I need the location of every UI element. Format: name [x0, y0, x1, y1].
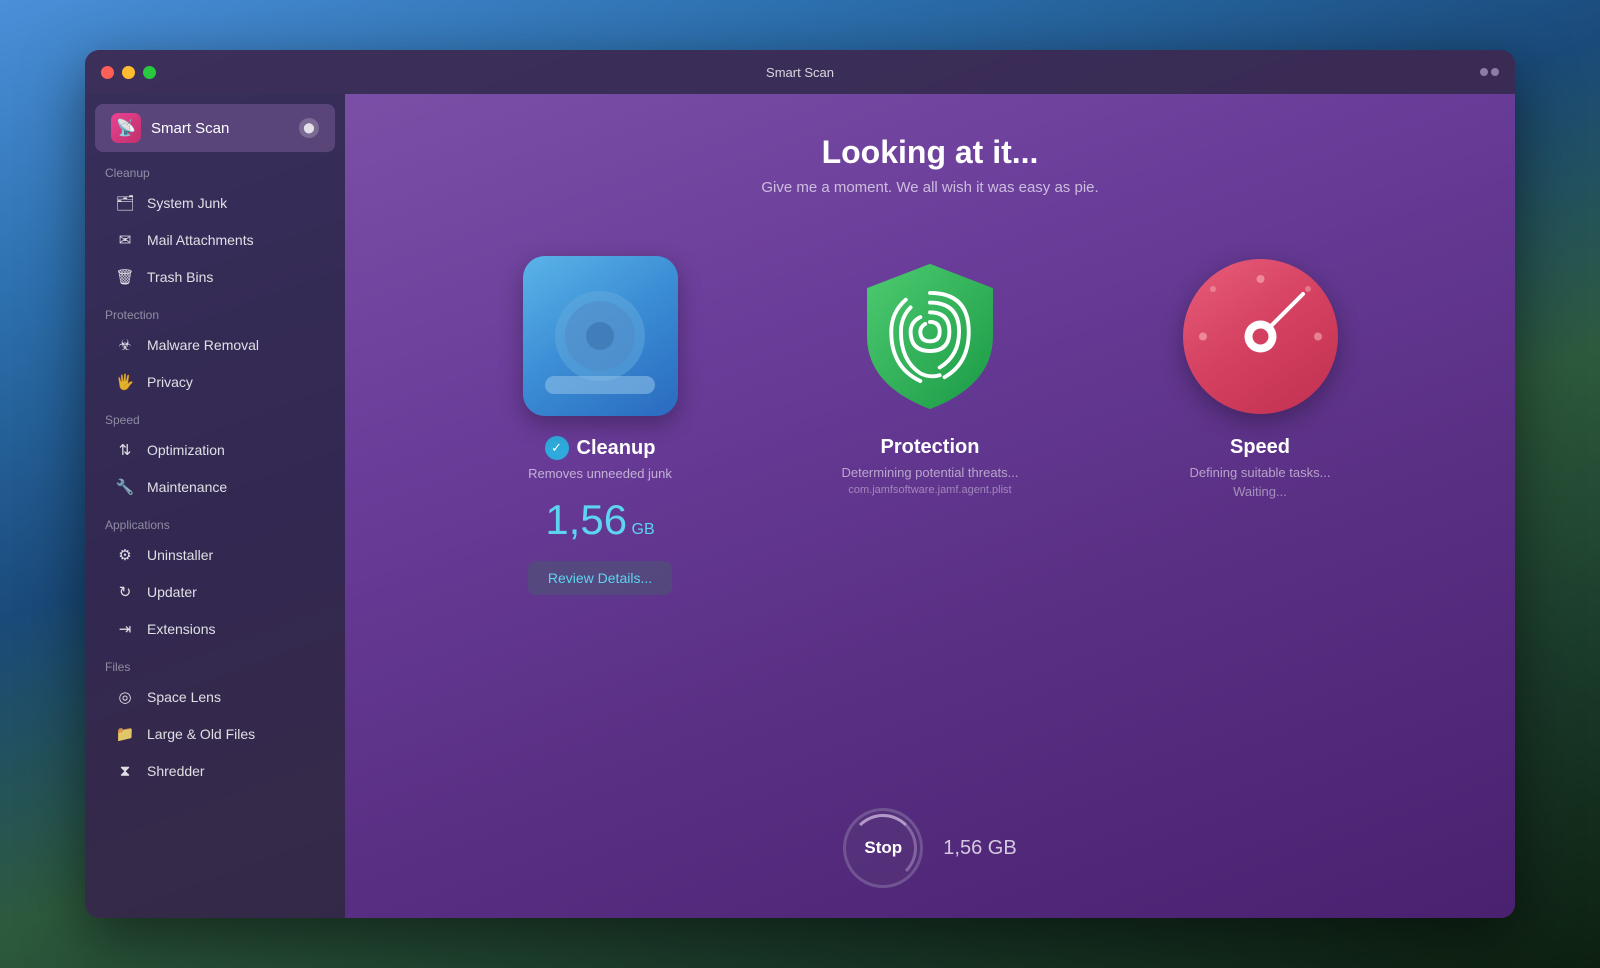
sidebar-item-mail-attachments[interactable]: ✉ Mail Attachments: [95, 222, 335, 258]
cleanup-subtitle: Removes unneeded junk: [528, 466, 672, 481]
speed-scanning: Defining suitable tasks...: [1190, 465, 1331, 480]
smart-scan-label: Smart Scan: [151, 120, 229, 137]
cleanup-size-row: 1,56 GB: [545, 499, 654, 541]
malware-removal-label: Malware Removal: [147, 337, 259, 353]
mail-attachments-label: Mail Attachments: [147, 232, 254, 248]
cleanup-check-icon: ✓: [545, 436, 569, 460]
maximize-button[interactable]: [143, 66, 156, 79]
sidebar-item-space-lens[interactable]: ◎ Space Lens: [95, 679, 335, 715]
sidebar-item-large-old-files[interactable]: 📁 Large & Old Files: [95, 716, 335, 752]
extensions-icon: ⇥: [115, 619, 135, 639]
shredder-label: Shredder: [147, 763, 205, 779]
privacy-icon: 🖐: [115, 372, 135, 392]
malware-icon: ☣: [115, 335, 135, 355]
system-junk-icon: 🗂: [115, 193, 135, 213]
cleanup-size-unit: GB: [632, 521, 655, 538]
sidebar-item-trash-bins[interactable]: 🗑 Trash Bins: [95, 259, 335, 295]
cleanup-size: 1,56: [545, 496, 627, 543]
cards-row: ✓ Cleanup Removes unneeded junk 1,56 GB …: [375, 236, 1485, 615]
trash-icon: 🗑: [115, 267, 135, 287]
sidebar-item-privacy[interactable]: 🖐 Privacy: [95, 364, 335, 400]
app-body: 📡 Smart Scan ⬤ Cleanup 🗂 System Junk ✉ M…: [85, 94, 1515, 918]
cleanup-card: ✓ Cleanup Removes unneeded junk 1,56 GB …: [450, 236, 750, 615]
protection-scanning: Determining potential threats...: [841, 465, 1018, 480]
review-details-button[interactable]: Review Details...: [528, 561, 672, 595]
dot1: [1480, 68, 1488, 76]
privacy-label: Privacy: [147, 374, 193, 390]
section-label-applications: Applications: [85, 506, 345, 536]
disk-center: [586, 322, 614, 350]
cleanup-title: Cleanup: [577, 437, 656, 460]
maintenance-icon: 🔧: [115, 477, 135, 497]
protection-file: com.jamfsoftware.jamf.agent.plist: [848, 484, 1011, 496]
speed-card: Speed Defining suitable tasks... Waiting…: [1110, 236, 1410, 615]
updater-label: Updater: [147, 584, 197, 600]
shredder-icon: ⧗: [115, 761, 135, 781]
smart-scan-badge: ⬤: [299, 118, 319, 138]
space-lens-label: Space Lens: [147, 689, 221, 705]
maintenance-label: Maintenance: [147, 479, 227, 495]
optimization-label: Optimization: [147, 442, 225, 458]
dot2: [1491, 68, 1499, 76]
protection-card: Protection Determining potential threats…: [780, 236, 1080, 615]
mail-icon: ✉: [115, 230, 135, 250]
badge-icon: ⬤: [303, 123, 314, 134]
stop-button[interactable]: Stop: [843, 808, 923, 888]
space-lens-icon: ◎: [115, 687, 135, 707]
sidebar-item-system-junk[interactable]: 🗂 System Junk: [95, 185, 335, 221]
cleanup-title-row: ✓ Cleanup: [545, 436, 656, 460]
optimization-icon: ⇅: [115, 440, 135, 460]
section-label-speed: Speed: [85, 401, 345, 431]
uninstaller-icon: ⚙: [115, 545, 135, 565]
speed-gauge-icon: [1183, 259, 1338, 414]
cleanup-disk-icon: [523, 256, 678, 416]
sidebar-item-malware-removal[interactable]: ☣ Malware Removal: [95, 327, 335, 363]
extensions-label: Extensions: [147, 621, 215, 637]
speed-title: Speed: [1230, 436, 1290, 459]
sidebar-item-maintenance[interactable]: 🔧 Maintenance: [95, 469, 335, 505]
smart-scan-icon: 📡: [111, 113, 141, 143]
speed-waiting: Waiting...: [1233, 484, 1287, 499]
main-heading: Looking at it...: [822, 134, 1039, 171]
sidebar-item-uninstaller[interactable]: ⚙ Uninstaller: [95, 537, 335, 573]
speed-icon-wrap: [1180, 256, 1340, 416]
titlebar: Smart Scan: [85, 50, 1515, 94]
close-button[interactable]: [101, 66, 114, 79]
protection-title: Protection: [881, 436, 980, 459]
traffic-lights: [101, 66, 156, 79]
uninstaller-label: Uninstaller: [147, 547, 213, 563]
stop-label: Stop: [864, 838, 902, 858]
section-label-protection: Protection: [85, 296, 345, 326]
app-window: Smart Scan 📡 Smart Scan ⬤ Cleanup 🗂 Syst…: [85, 50, 1515, 918]
main-subheading: Give me a moment. We all wish it was eas…: [761, 179, 1098, 196]
large-files-icon: 📁: [115, 724, 135, 744]
protection-icon-wrap: [850, 256, 1010, 416]
sidebar-item-smart-scan[interactable]: 📡 Smart Scan ⬤: [95, 104, 335, 152]
sidebar-item-shredder[interactable]: ⧗ Shredder: [95, 753, 335, 789]
section-label-cleanup: Cleanup: [85, 154, 345, 184]
sidebar-item-optimization[interactable]: ⇅ Optimization: [95, 432, 335, 468]
section-label-files: Files: [85, 648, 345, 678]
bottom-size-display: 1,56 GB: [943, 837, 1016, 860]
updater-icon: ↻: [115, 582, 135, 602]
sidebar-item-extensions[interactable]: ⇥ Extensions: [95, 611, 335, 647]
speed-title-row: Speed: [1230, 436, 1290, 459]
sidebar-item-updater[interactable]: ↻ Updater: [95, 574, 335, 610]
sidebar: 📡 Smart Scan ⬤ Cleanup 🗂 System Junk ✉ M…: [85, 94, 345, 918]
large-old-files-label: Large & Old Files: [147, 726, 255, 742]
protection-shield-icon: [853, 256, 1008, 416]
menu-dots[interactable]: [1480, 68, 1499, 76]
trash-bins-label: Trash Bins: [147, 269, 213, 285]
disk-inner: [555, 291, 645, 381]
minimize-button[interactable]: [122, 66, 135, 79]
protection-title-row: Protection: [881, 436, 980, 459]
system-junk-label: System Junk: [147, 195, 227, 211]
window-title: Smart Scan: [766, 65, 834, 80]
main-content: Looking at it... Give me a moment. We al…: [345, 94, 1515, 918]
bottom-area: Stop 1,56 GB: [843, 808, 1016, 888]
cleanup-icon-wrap: [520, 256, 680, 416]
disk-arm: [545, 376, 655, 394]
